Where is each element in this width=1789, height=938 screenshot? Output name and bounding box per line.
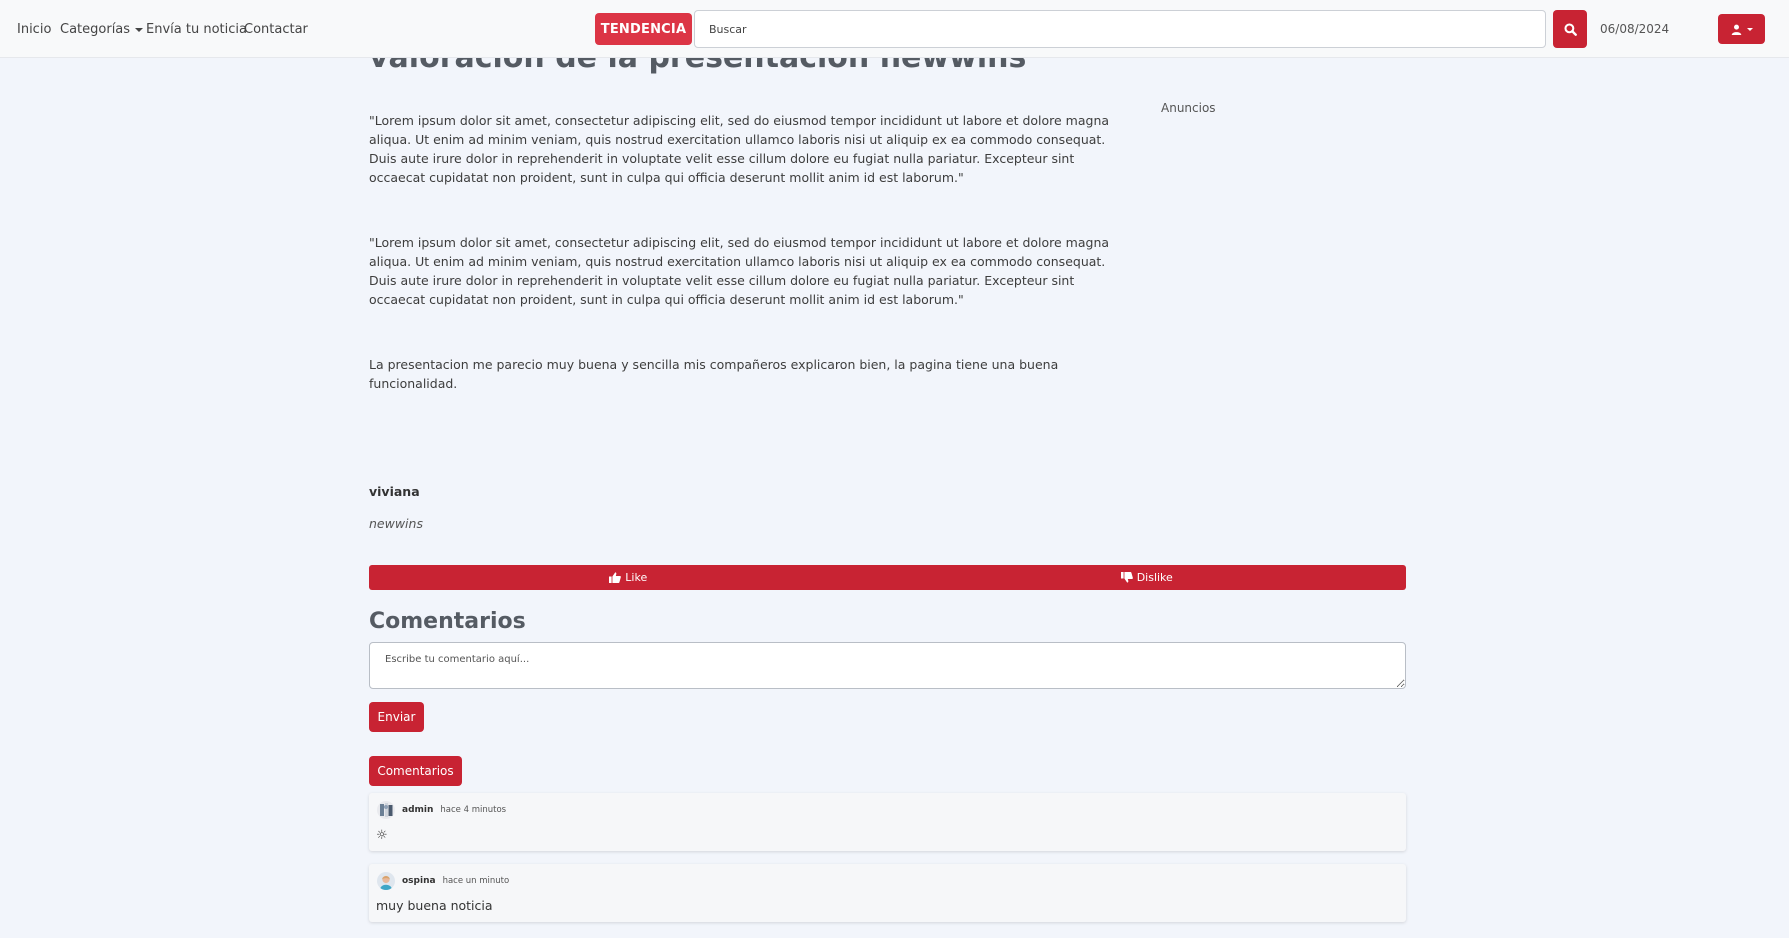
nav-link-categorias-label: Categorías [60, 22, 131, 37]
comment-body: muy buena noticia [376, 898, 493, 913]
user-menu-button[interactable] [1718, 14, 1765, 44]
search-icon [1563, 22, 1577, 36]
comment-item: admin hace 4 minutos ☼ [369, 793, 1406, 851]
article-paragraph: La presentacion me parecio muy buena y s… [369, 357, 1059, 391]
thumbs-up-icon [609, 572, 622, 583]
chevron-down-icon [135, 27, 144, 32]
avatar [377, 801, 395, 819]
article-paragraph: "Lorem ipsum dolor sit amet, consectetur… [369, 235, 1110, 307]
nav-link-inicio[interactable]: Inicio [17, 22, 51, 37]
avatar [377, 872, 395, 890]
ads-label: Anuncios [1161, 101, 1216, 115]
user-icon [1731, 24, 1741, 35]
send-comment-button[interactable]: Enviar [369, 702, 424, 732]
comment-body: ☼ [376, 828, 388, 843]
thumbs-down-icon [1120, 572, 1133, 583]
comment-header: admin hace 4 minutos [377, 801, 506, 819]
top-navbar: Inicio Categorías Envía tu noticia Conta… [0, 0, 1789, 58]
article-paragraph: "Lorem ipsum dolor sit amet, consectetur… [369, 113, 1110, 185]
nav-link-envia-noticia[interactable]: Envía tu noticia [146, 22, 247, 37]
comment-input[interactable] [369, 642, 1406, 689]
comments-heading: Comentarios [369, 609, 526, 634]
comment-item: ospina hace un minuto muy buena noticia [369, 864, 1406, 922]
reaction-bar: Like Dislike [369, 565, 1406, 590]
chevron-down-icon [1746, 27, 1753, 31]
search-input[interactable] [694, 10, 1546, 48]
comment-header: ospina hace un minuto [377, 872, 509, 890]
comments-toggle-button[interactable]: Comentarios [369, 756, 462, 786]
nav-link-categorias[interactable]: Categorías [60, 22, 144, 37]
article-site: newwins [369, 516, 423, 531]
comment-author: admin [402, 805, 434, 815]
comment-time: hace un minuto [442, 876, 510, 886]
dislike-button[interactable]: Dislike [888, 565, 1407, 590]
like-label: Like [625, 571, 648, 584]
article-author: viviana [369, 484, 420, 499]
comment-time: hace 4 minutos [440, 805, 507, 815]
dislike-label: Dislike [1136, 571, 1173, 584]
search-button[interactable] [1553, 10, 1587, 48]
current-date: 06/08/2024 [1600, 22, 1670, 36]
like-button[interactable]: Like [369, 565, 888, 590]
trending-button[interactable]: TENDENCIA [595, 13, 692, 45]
comment-author: ospina [402, 876, 436, 886]
nav-link-contactar[interactable]: Contactar [244, 22, 308, 37]
